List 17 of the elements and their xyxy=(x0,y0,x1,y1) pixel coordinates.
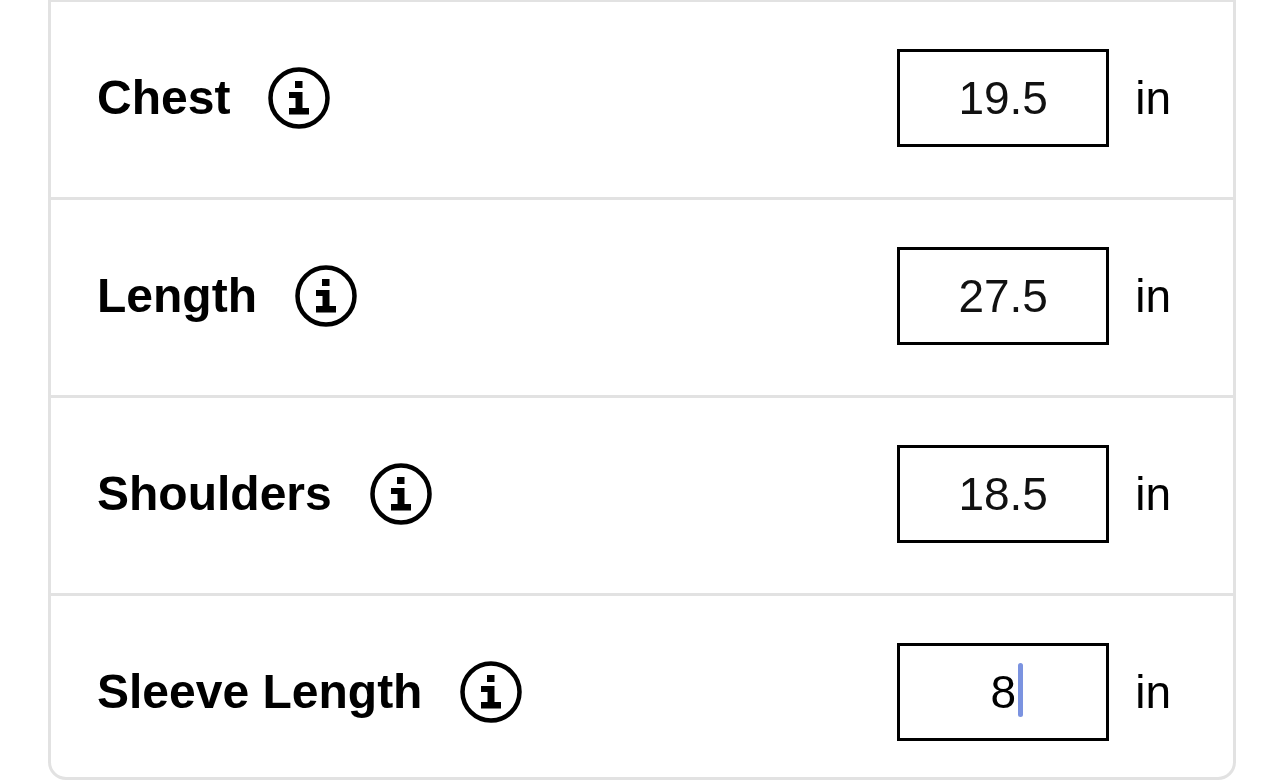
info-icon[interactable] xyxy=(369,463,432,525)
unit-label: in xyxy=(1135,471,1171,517)
input-field[interactable]: 19.5 xyxy=(897,49,1110,147)
text-cursor-icon xyxy=(1018,663,1023,717)
info-icon[interactable] xyxy=(460,661,523,723)
measurement-label: Sleeve Length xyxy=(97,668,423,716)
measurement-label: Shoulders xyxy=(97,470,332,518)
measurement-label: Length xyxy=(97,272,257,320)
unit-label: in xyxy=(1135,75,1171,121)
unit-label: in xyxy=(1135,669,1171,715)
info-icon[interactable] xyxy=(268,67,331,129)
input-field[interactable]: 27.5 xyxy=(897,247,1110,345)
input-field[interactable]: 18.5 xyxy=(897,445,1110,543)
measurement-label: Chest xyxy=(97,74,231,122)
unit-label: in xyxy=(1135,273,1171,319)
info-icon[interactable] xyxy=(294,265,357,327)
input-field[interactable]: 8 xyxy=(897,643,1110,741)
